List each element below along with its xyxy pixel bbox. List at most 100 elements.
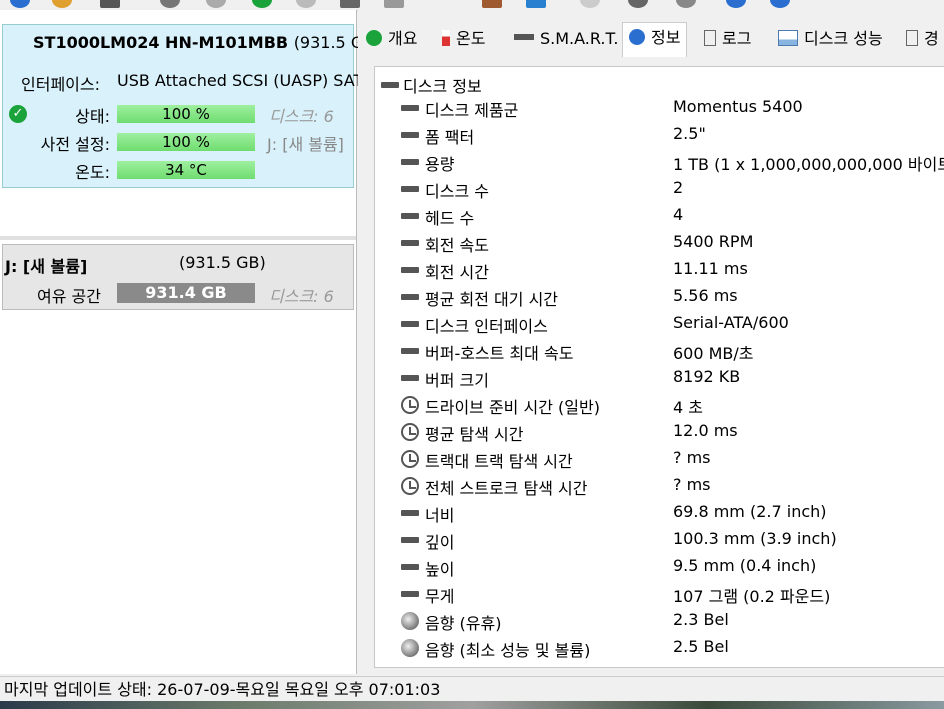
check-circle-icon: ✓: [9, 105, 27, 123]
info-value: 4 초: [673, 398, 703, 417]
tree-root[interactable]: 디스크 정보: [381, 73, 482, 97]
info-name: 음향 (유휴): [425, 614, 502, 633]
info-row[interactable]: 디스크 인터페이스 Serial-ATA/600: [375, 313, 944, 340]
info-row[interactable]: 헤드 수 4: [375, 205, 944, 232]
drive-icon: [514, 34, 534, 40]
drive-icon: [401, 240, 419, 246]
info-name: 버퍼 크기: [425, 371, 489, 390]
preset-bar: 100 %: [117, 133, 255, 151]
info-row[interactable]: 무게 107 그램 (0.2 파운드): [375, 583, 944, 610]
status-ghost: 디스크: 6: [269, 107, 334, 126]
drive-icon: [401, 159, 419, 165]
info-name: 평균 탐색 시간: [425, 425, 524, 444]
server-icon[interactable]: [384, 0, 404, 8]
volume-name: J: [새 볼륨]: [5, 257, 88, 276]
tree-root-label: 디스크 정보: [403, 77, 482, 96]
refresh-icon[interactable]: [10, 0, 30, 8]
drive-icon: [401, 213, 419, 219]
info-value: Serial-ATA/600: [673, 313, 789, 332]
info-row[interactable]: 너비 69.8 mm (2.7 inch): [375, 502, 944, 529]
status-label: 상태:: [75, 107, 110, 126]
info-row[interactable]: 회전 속도 5400 RPM: [375, 232, 944, 259]
tab-performance[interactable]: 디스크 성능: [778, 24, 883, 54]
volume-ghost: 디스크: 6: [269, 287, 334, 306]
info-row[interactable]: 드라이브 준비 시간 (일반) 4 초: [375, 394, 944, 421]
volume-card[interactable]: J: [새 볼륨] (931.5 GB) 여유 공간 931.4 GB 디스크:…: [2, 244, 354, 310]
check-icon[interactable]: [252, 0, 272, 8]
info-name: 헤드 수: [425, 209, 475, 228]
info-row[interactable]: 회전 시간 11.11 ms: [375, 259, 944, 286]
info-row[interactable]: 평균 회전 대기 시간 5.56 ms: [375, 286, 944, 313]
info-name: 폼 팩터: [425, 128, 475, 147]
folder-icon[interactable]: [52, 0, 72, 8]
drive-icon[interactable]: [100, 0, 120, 8]
speaker-icon: [401, 612, 419, 630]
speaker-icon: [401, 639, 419, 657]
info-name: 전체 스트로크 탐색 시간: [425, 479, 588, 498]
info-row[interactable]: 버퍼 크기 8192 KB: [375, 367, 944, 394]
info-value: ? ms: [673, 448, 711, 467]
info-name: 디스크 제품군: [425, 101, 519, 120]
info-value: 11.11 ms: [673, 259, 748, 278]
info-name: 용량: [425, 155, 455, 174]
info-name: 음향 (최소 성능 및 볼륨): [425, 641, 591, 660]
status-text: 마지막 업데이트 상태: 26-07-09-목요일 목요일 오후 07:01:0…: [4, 680, 441, 699]
tool-icon[interactable]: [206, 0, 226, 8]
drive-icon: [401, 321, 419, 327]
drive-icon: [401, 510, 419, 516]
info-row[interactable]: 폼 팩터 2.5": [375, 124, 944, 151]
info-row[interactable]: 높이 9.5 mm (0.4 inch): [375, 556, 944, 583]
info-row[interactable]: 평균 탐색 시간 12.0 ms: [375, 421, 944, 448]
search-icon[interactable]: [296, 0, 316, 8]
drive-icon: [401, 564, 419, 570]
tab-smart[interactable]: S.M.A.R.T.: [514, 24, 618, 54]
info-row[interactable]: 용량 1 TB (1 x 1,000,000,000,000 바이트): [375, 151, 944, 178]
tab-label: 온도: [456, 29, 486, 48]
tab-log[interactable]: 로그: [704, 24, 751, 54]
tab-overview[interactable]: 개요: [366, 24, 417, 54]
info-name: 높이: [425, 560, 455, 579]
preset-row: 사전 설정: 100 % J: [새 볼륨]: [3, 131, 353, 157]
preset-label: 사전 설정:: [40, 135, 110, 154]
status-bar: 마지막 업데이트 상태: 26-07-09-목요일 목요일 오후 07:01:0…: [0, 676, 944, 701]
tab-temperature[interactable]: 온도: [442, 24, 485, 54]
free-space-label: 여유 공간: [37, 287, 101, 306]
info-row[interactable]: 음향 (최소 성능 및 볼륨) 2.5 Bel: [375, 637, 944, 664]
info-icon[interactable]: [770, 0, 790, 8]
drive-icon: [401, 186, 419, 192]
gear-icon[interactable]: [628, 0, 648, 8]
clock-icon: [401, 450, 419, 468]
info-value: 2.5 Bel: [673, 637, 729, 656]
info-name: 너비: [425, 506, 455, 525]
clock-icon: [401, 396, 419, 414]
tab-label: 경: [924, 29, 939, 48]
info-value: 5400 RPM: [673, 232, 754, 251]
info-row[interactable]: 깊이 100.3 mm (3.9 inch): [375, 529, 944, 556]
settings-icon[interactable]: [160, 0, 180, 8]
check-circle-icon: [366, 30, 382, 46]
drive-icon: [401, 375, 419, 381]
mail-icon[interactable]: [526, 0, 546, 8]
books-icon[interactable]: [482, 0, 502, 8]
info-row[interactable]: 디스크 제품군 Momentus 5400: [375, 97, 944, 124]
info-row[interactable]: 트랙대 트랙 탐색 시간 ? ms: [375, 448, 944, 475]
chart-icon: [778, 30, 798, 46]
info-name: 평균 회전 대기 시간: [425, 290, 559, 309]
tab-label: 디스크 성능: [804, 29, 883, 48]
monitor-icon[interactable]: [340, 0, 360, 8]
info-value: 5.56 ms: [673, 286, 738, 305]
info-name: 회전 속도: [425, 236, 489, 255]
disc-icon[interactable]: [580, 0, 600, 8]
tab-info[interactable]: 정보: [622, 22, 688, 57]
tab-bar: 개요 온도 S.M.A.R.T. 정보 로그 디스크 성능 경: [358, 22, 944, 57]
info-row[interactable]: 전체 스트로크 탐색 시간 ? ms: [375, 475, 944, 502]
info-row[interactable]: 버퍼-호스트 최대 속도 600 MB/초: [375, 340, 944, 367]
tab-more[interactable]: 경: [906, 24, 939, 54]
disk-card[interactable]: ST1000LM024 HN-M101MBB (931.5 GB) 인터페이스:…: [2, 24, 380, 188]
cd-icon[interactable]: [676, 0, 696, 8]
info-row[interactable]: 디스크 수 2: [375, 178, 944, 205]
help-icon[interactable]: [726, 0, 746, 8]
info-row[interactable]: 음향 (유휴) 2.3 Bel: [375, 610, 944, 637]
info-value: 8192 KB: [673, 367, 741, 386]
info-name: 디스크 인터페이스: [425, 317, 548, 336]
